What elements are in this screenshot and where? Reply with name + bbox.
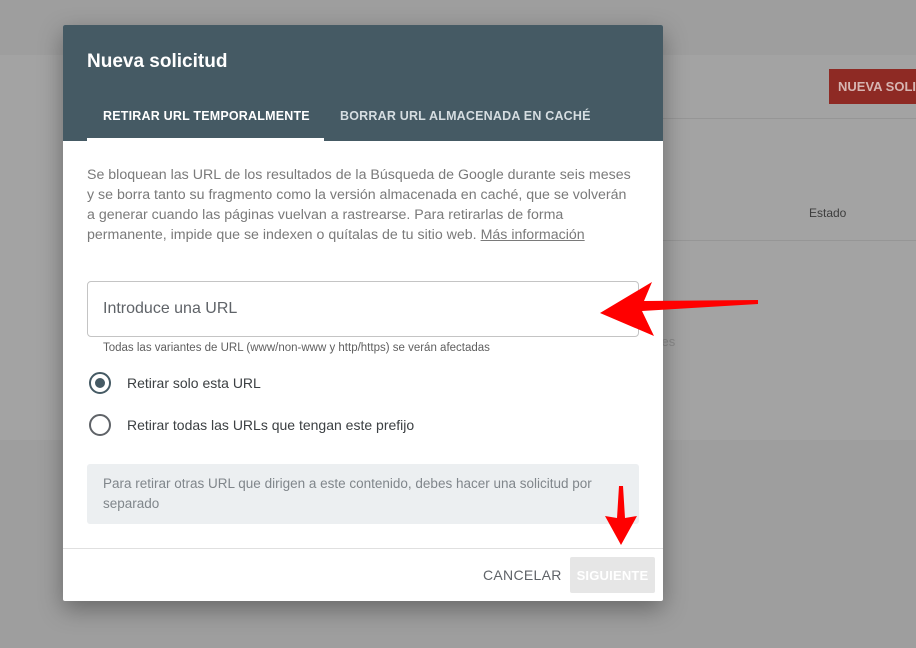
arrow-down-icon [605, 486, 637, 545]
annotation-layer [600, 282, 758, 545]
arrow-left-icon [600, 282, 758, 336]
